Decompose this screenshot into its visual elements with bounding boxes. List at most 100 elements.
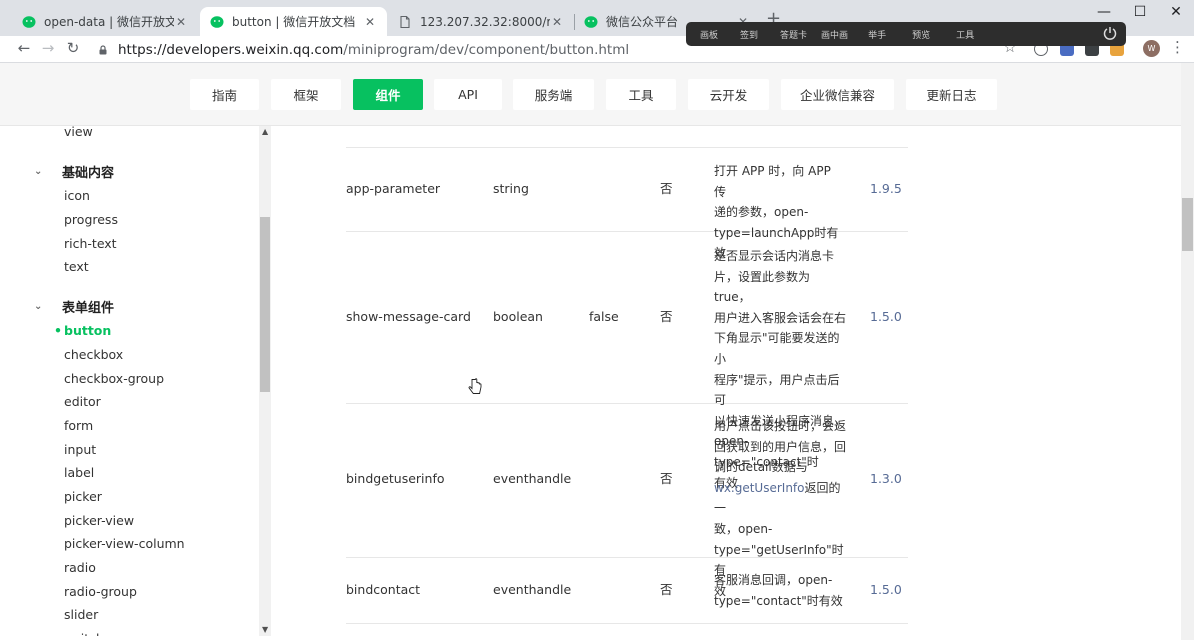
desc-line: 打开 APP 时，向 APP 传	[714, 164, 831, 199]
sidebar-group-label: 表单组件	[62, 301, 115, 316]
sidebar-item-checkbox[interactable]: checkbox	[64, 347, 123, 362]
recorder-item[interactable]: 工具	[956, 28, 974, 41]
tab-button[interactable]: button | 微信开放文档 ✕	[200, 7, 387, 36]
reload-icon[interactable]: ↻	[63, 39, 83, 57]
attr-type-cell: eventhandle	[493, 471, 572, 486]
scroll-down-arrow-icon[interactable]: ▼	[262, 625, 268, 634]
arrow-left-icon[interactable]: ←	[14, 39, 34, 57]
avatar[interactable]: W	[1143, 40, 1160, 57]
window-close-icon[interactable]: ✕	[1158, 4, 1194, 20]
arrow-right-icon[interactable]: →	[38, 39, 58, 57]
recorder-item[interactable]: 预览	[912, 28, 930, 41]
wechat-icon	[584, 15, 598, 28]
attr-required-cell: 否	[660, 181, 673, 196]
recorder-toolbar: 画板 签到 答题卡 画中画 举手 预览 工具	[686, 22, 1126, 46]
nav-components[interactable]: 组件	[353, 79, 423, 110]
top-nav: 指南 框架 组件 API 服务端 工具 云开发 企业微信兼容 更新日志	[0, 63, 1181, 126]
table-row: bindcontact eventhandle 否 客服消息回调，open- t…	[346, 558, 908, 624]
attr-name-cell: bindcontact	[346, 582, 421, 597]
desc-line: 致，open-	[714, 521, 773, 536]
attr-version-cell: 1.3.0	[870, 471, 902, 486]
recorder-item[interactable]: 画中画	[821, 28, 848, 41]
desc-line: 用户进入客服会话会在右	[714, 310, 847, 325]
recorder-item[interactable]: 签到	[740, 28, 758, 41]
attr-required-cell: 否	[660, 309, 673, 324]
recorder-item[interactable]: 画板	[700, 28, 718, 41]
nav-changelog[interactable]: 更新日志	[906, 79, 997, 110]
sidebar-item-form[interactable]: form	[64, 418, 93, 433]
kebab-menu-icon[interactable]: ⋮	[1170, 38, 1185, 56]
table-row: bindgetuserinfo eventhandle 否 用户点击该按钮时，会…	[346, 404, 908, 598]
chevron-down-icon: ⌄	[34, 301, 43, 312]
lock-icon	[99, 44, 107, 54]
sidebar-group-label: 基础内容	[62, 166, 115, 181]
sidebar-item-icon[interactable]: icon	[64, 188, 90, 203]
sidebar-item-picker-view-column[interactable]: picker-view-column	[64, 536, 185, 551]
tab-title: button | 微信开放文档	[232, 15, 356, 29]
sidebar-item-rich-text[interactable]: rich-text	[64, 236, 117, 251]
close-icon[interactable]: ✕	[550, 15, 564, 29]
recorder-item[interactable]: 举手	[868, 28, 886, 41]
desc-line: 片，设置此参数为 true，	[714, 269, 811, 305]
attr-required-cell: 否	[660, 471, 673, 486]
maximize-icon[interactable]: ☐	[1122, 4, 1158, 20]
sidebar-group-form[interactable]: ⌄ 表单组件	[34, 297, 114, 316]
close-icon[interactable]: ✕	[363, 15, 377, 29]
attr-version-cell: 1.5.0	[870, 582, 902, 597]
minimize-icon[interactable]: —	[1086, 4, 1122, 20]
getuserinfo-link[interactable]: wx.getUserInfo	[714, 481, 805, 495]
attr-required-cell: 否	[660, 582, 673, 597]
tab-open-data[interactable]: open-data | 微信开放文档 ✕	[12, 7, 198, 36]
desc-line: 调的detail数据与	[714, 460, 808, 475]
sidebar-item-picker-view[interactable]: picker-view	[64, 513, 134, 528]
hand-cursor-icon	[468, 378, 482, 394]
sidebar-item-slider[interactable]: slider	[64, 607, 98, 622]
wechat-icon	[22, 15, 36, 28]
scroll-up-arrow-icon[interactable]: ▲	[262, 127, 268, 136]
nav-guide[interactable]: 指南	[190, 79, 259, 110]
table-row: 有效	[346, 126, 908, 148]
attr-version-cell: 1.9.5	[870, 181, 902, 196]
nav-framework[interactable]: 框架	[271, 79, 341, 110]
sidebar-item-view[interactable]: view	[64, 126, 93, 139]
tab-title: open-data | 微信开放文档	[44, 15, 174, 29]
sidebar-item-radio-group[interactable]: radio-group	[64, 584, 137, 599]
nav-server[interactable]: 服务端	[513, 79, 594, 110]
sidebar-item-button[interactable]: button	[54, 323, 111, 338]
sidebar-scrollbar-thumb[interactable]	[260, 217, 270, 392]
desc-line: 客服消息回调，open-	[714, 573, 833, 587]
desc-line: wx.getUserInfo返回的一	[714, 478, 846, 519]
attr-default-cell: false	[589, 309, 619, 324]
recorder-item[interactable]: 答题卡	[780, 28, 807, 41]
nav-api[interactable]: API	[434, 79, 502, 110]
sidebar-item-editor[interactable]: editor	[64, 394, 101, 409]
close-icon[interactable]: ✕	[174, 15, 188, 29]
url-host: https://developers.weixin.qq.com	[118, 41, 344, 58]
nav-wecom[interactable]: 企业微信兼容	[781, 79, 894, 110]
url-path: /miniprogram/dev/component/button.html	[343, 41, 630, 58]
nav-tools[interactable]: 工具	[606, 79, 676, 110]
desc-line: type="contact"时有效	[714, 593, 843, 608]
sidebar-item-text[interactable]: text	[64, 259, 89, 274]
sidebar-item-input[interactable]: input	[64, 442, 96, 457]
page-scrollbar-thumb[interactable]	[1182, 198, 1193, 251]
table-row: app-parameter string 否 打开 APP 时，向 APP 传 …	[346, 148, 908, 260]
nav-cloud[interactable]: 云开发	[688, 79, 769, 110]
attr-name-cell: bindgetuserinfo	[346, 471, 445, 486]
tab-title: 123.207.32.32:8000/recommer	[420, 14, 550, 29]
attr-type-cell: string	[493, 181, 529, 196]
sidebar-group-basic[interactable]: ⌄ 基础内容	[34, 162, 114, 181]
attr-desc-cell: 客服消息回调，open- type="contact"时有效	[714, 570, 846, 611]
tab-recommend[interactable]: 123.207.32.32:8000/recommer ✕	[388, 7, 574, 36]
sidebar-item-picker[interactable]: picker	[64, 489, 102, 504]
attr-name-cell: app-parameter	[346, 181, 441, 196]
sidebar-item-radio[interactable]: radio	[64, 560, 96, 575]
sidebar-item-progress[interactable]: progress	[64, 212, 118, 227]
power-icon[interactable]	[1102, 25, 1118, 41]
sidebar-item-label[interactable]: label	[64, 465, 94, 480]
sidebar-item-switch[interactable]: switch	[64, 631, 104, 636]
attr-version-cell: 1.5.0	[870, 309, 902, 324]
sidebar-item-checkbox-group[interactable]: checkbox-group	[64, 371, 164, 386]
page-scrollbar[interactable]	[1181, 63, 1194, 640]
desc-line: 递的参数，open-	[714, 205, 809, 220]
